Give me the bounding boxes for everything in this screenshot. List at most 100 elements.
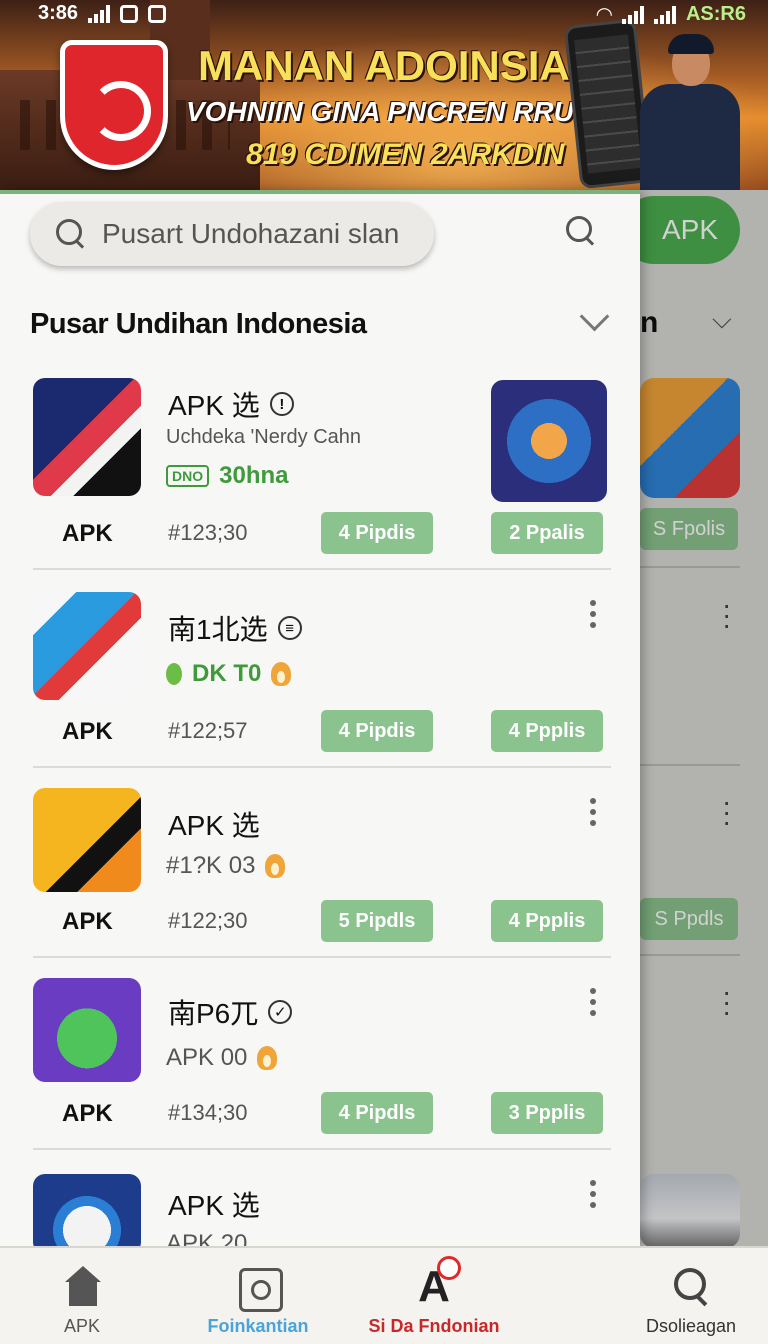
pill-button[interactable]: 5 Pipdls bbox=[321, 900, 433, 942]
signal-icon bbox=[88, 4, 111, 23]
cell-signal-icon bbox=[621, 5, 644, 24]
more-options-icon[interactable] bbox=[590, 798, 598, 826]
pill-button[interactable]: 4 Pipdis bbox=[321, 512, 433, 554]
app-type-label: APK bbox=[62, 908, 113, 935]
status-bar: 3:86 ◠ AS:R6 bbox=[0, 0, 768, 28]
section-title: Pusar Undihan Indonesia bbox=[30, 308, 367, 340]
nav-item-si-da-fndonian[interactable]: A Si Da Fndonian bbox=[364, 1256, 504, 1337]
background-chevron-icon[interactable]: ⌵ bbox=[712, 304, 732, 336]
app-name[interactable]: APK 选 bbox=[168, 1184, 260, 1224]
pill-button[interactable]: 2 Ppalis bbox=[491, 512, 603, 554]
app-name[interactable]: 南1北选 ≡ bbox=[168, 608, 302, 648]
pill-button[interactable]: 3 Ppplis bbox=[491, 1092, 603, 1134]
app-tag: DK T0 bbox=[166, 660, 292, 688]
app-name[interactable]: APK 选 ! bbox=[168, 384, 294, 424]
pill-button[interactable]: 4 Pipdis bbox=[321, 710, 433, 752]
background-pill[interactable]: S Ppdls bbox=[640, 898, 738, 940]
nav-label: Foinkantian bbox=[207, 1316, 309, 1336]
background-van-image[interactable] bbox=[640, 1174, 740, 1248]
flame-icon bbox=[271, 662, 292, 686]
app-name-text: APK 选 bbox=[168, 390, 260, 421]
status-right-text: AS:R6 bbox=[685, 3, 746, 25]
info-icon: ! bbox=[269, 392, 294, 416]
background-more-icon[interactable]: · · · bbox=[722, 978, 731, 1026]
app-icon-a-logo[interactable] bbox=[33, 592, 141, 700]
flame-icon bbox=[265, 854, 286, 878]
background-divider bbox=[640, 764, 740, 766]
more-options-icon[interactable] bbox=[590, 988, 598, 1016]
more-options-icon[interactable] bbox=[590, 1180, 598, 1208]
app-meta: #122;57 bbox=[168, 718, 248, 743]
tag-box: DNO bbox=[166, 465, 210, 487]
background-more-icon[interactable]: · · · bbox=[722, 788, 731, 836]
app-subtitle: Uchdeka 'Nerdy Cahn bbox=[166, 426, 362, 448]
nav-label: APK bbox=[63, 1316, 101, 1336]
check-icon: ✓ bbox=[268, 1000, 293, 1024]
search-button-icon[interactable] bbox=[566, 216, 600, 250]
app-type-label: APK bbox=[62, 1100, 113, 1127]
nav-item-foinkantian[interactable]: Foinkantian bbox=[196, 1266, 320, 1337]
shield-logo-icon bbox=[60, 40, 168, 170]
more-options-icon[interactable] bbox=[590, 600, 598, 628]
camera-notification-icon bbox=[148, 4, 167, 23]
camera-icon bbox=[237, 1266, 283, 1312]
notification-icon bbox=[120, 4, 139, 23]
pill-button[interactable]: 4 Ppplis bbox=[491, 900, 603, 942]
app-meta: #122;30 bbox=[168, 908, 248, 933]
tag-text: APK 00 bbox=[166, 1044, 248, 1071]
app-icon-android[interactable] bbox=[33, 978, 141, 1082]
search-icon bbox=[56, 219, 86, 249]
app-meta: #123;30 bbox=[168, 520, 248, 545]
row-divider bbox=[33, 956, 611, 958]
info-icon: ≡ bbox=[277, 616, 302, 640]
nav-item-dsolieagan[interactable]: Dsolieagan bbox=[636, 1266, 746, 1337]
background-divider bbox=[640, 954, 740, 956]
flame-icon bbox=[257, 1046, 278, 1070]
tag-text: 30hna bbox=[219, 462, 289, 489]
row-divider bbox=[33, 1148, 611, 1150]
background-pill[interactable]: S Fpolis bbox=[640, 508, 738, 550]
banner-person-image bbox=[640, 34, 740, 190]
apk-store-icon: A bbox=[413, 1256, 461, 1309]
app-tag: #1?K 03 bbox=[166, 852, 286, 880]
promo-app-thumbnail[interactable] bbox=[491, 380, 607, 502]
app-name-text: 南1北选 bbox=[168, 614, 268, 645]
background-heading-fragment: n bbox=[640, 306, 659, 339]
app-type-label: APK bbox=[62, 718, 113, 745]
nav-item-apk[interactable]: APK bbox=[50, 1266, 114, 1337]
search-bar[interactable]: Pusart Undohazani slan bbox=[30, 202, 434, 266]
nav-label: Dsolieagan bbox=[645, 1316, 737, 1336]
app-name[interactable]: APK 选 bbox=[168, 804, 260, 844]
app-icon-yellow-a[interactable] bbox=[33, 788, 141, 892]
row-divider bbox=[33, 766, 611, 768]
notification-badge-icon bbox=[437, 1256, 461, 1280]
home-icon bbox=[61, 1266, 103, 1308]
app-name-text: APK 选 bbox=[168, 1190, 260, 1221]
tag-text: #1?K 03 bbox=[166, 852, 256, 879]
app-icon-apk-dark[interactable] bbox=[33, 378, 141, 496]
tag-text: DK T0 bbox=[192, 660, 262, 687]
promo-banner[interactable]: MANAN ADOINSIA VOHNIIN GINA PNCREN RRURO… bbox=[0, 0, 768, 190]
app-name-text: 南P6兀 bbox=[168, 998, 259, 1029]
pill-button[interactable]: 4 Ppplis bbox=[491, 710, 603, 752]
background-dim-overlay bbox=[638, 190, 768, 1246]
nav-label: Si Da Fndonian bbox=[368, 1316, 500, 1336]
status-time: 3:86 bbox=[38, 2, 79, 24]
search-placeholder: Pusart Undohazani slan bbox=[102, 218, 400, 249]
app-name-text: APK 选 bbox=[168, 810, 260, 841]
pill-button[interactable]: 4 Pipdls bbox=[321, 1092, 433, 1134]
background-app-icon[interactable] bbox=[640, 378, 740, 498]
app-tag: DNO 30hna bbox=[166, 462, 289, 490]
app-tag: APK 20 bbox=[166, 1230, 247, 1246]
banner-headline: MANAN ADOINSIA bbox=[198, 42, 570, 89]
app-name[interactable]: 南P6兀 ✓ bbox=[168, 992, 293, 1032]
bottom-navigation: APK Foinkantian A Si Da Fndonian Dsoliea… bbox=[0, 1246, 768, 1344]
background-more-icon[interactable]: · · · bbox=[722, 591, 731, 639]
app-tag: APK 00 bbox=[166, 1044, 278, 1072]
app-type-label: APK bbox=[62, 520, 113, 547]
app-icon-compass[interactable] bbox=[33, 1174, 141, 1246]
leaf-icon bbox=[166, 663, 182, 685]
background-divider bbox=[640, 566, 740, 568]
chevron-down-icon[interactable] bbox=[578, 306, 614, 330]
app-meta: #134;30 bbox=[168, 1100, 248, 1125]
